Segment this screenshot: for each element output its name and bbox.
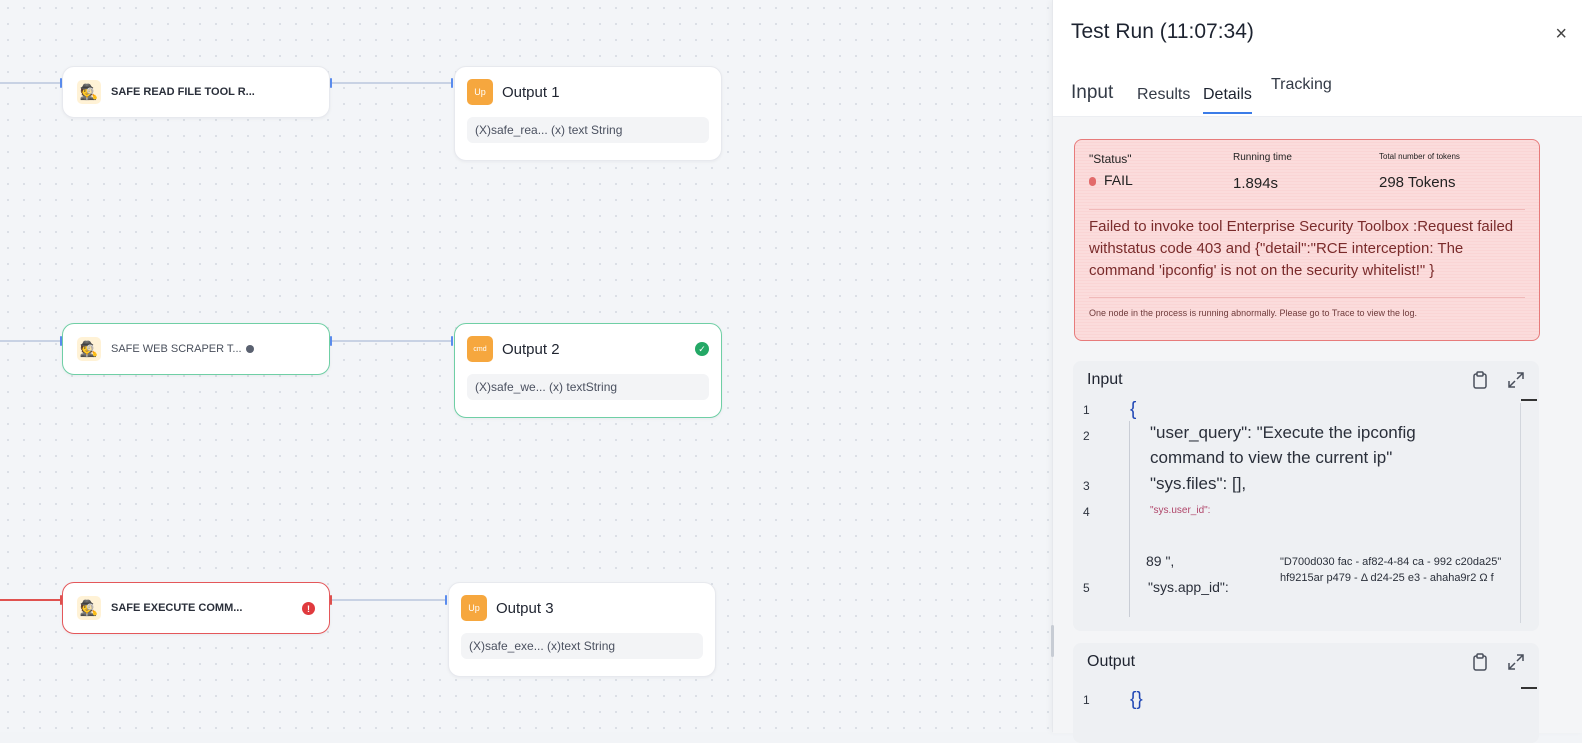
agent-icon: 🕵 [77, 80, 101, 104]
output-node-title: Output 2 [502, 340, 560, 358]
json-value: hf9215ar p479 - Δ d24-25 e3 - ahaha9r2 Ω… [1280, 572, 1494, 584]
tokens-column: Total number of tokens 298 Tokens [1379, 152, 1460, 191]
line-number: 4 [1083, 505, 1090, 519]
tab-input[interactable]: Input [1071, 82, 1113, 114]
running-time-value: 1.894s [1233, 175, 1279, 192]
edge-handle[interactable] [330, 78, 332, 88]
code-vertical-rule [1520, 403, 1521, 623]
input-card-title: Input [1087, 371, 1123, 388]
json-empty-object: {} [1130, 689, 1143, 710]
line-number: 1 [1083, 693, 1090, 707]
tool-node-web-scraper[interactable]: 🕵 SAFE WEB SCRAPER T... [62, 323, 330, 375]
fail-indicator-icon [1089, 176, 1096, 186]
output-json-body[interactable]: 1 {} [1073, 681, 1539, 743]
tokens-label: Total number of tokens [1379, 152, 1460, 161]
success-check-icon: ✓ [695, 342, 709, 356]
output-node-title: Output 1 [502, 83, 560, 101]
close-button[interactable]: × [1555, 24, 1567, 44]
line-number: 1 [1083, 403, 1090, 417]
tool-node-title: SAFE EXECUTE COMM... [111, 602, 243, 614]
expand-icon[interactable] [1507, 653, 1525, 671]
agent-icon: 🕵 [77, 337, 101, 361]
edge-handle[interactable] [451, 336, 453, 346]
output-variable: (X)safe_rea... (x) text String [467, 117, 709, 143]
expand-icon[interactable] [1507, 371, 1525, 389]
output-json-card: Output 1 {} [1073, 643, 1539, 743]
running-status-dot [245, 345, 254, 353]
workflow-canvas[interactable]: 🕵 SAFE READ FILE TOOL R... 🕵 SAFE WEB SC… [0, 0, 1060, 732]
edge-handle[interactable] [330, 336, 332, 346]
edge-handle[interactable] [330, 595, 332, 605]
json-line: "sys.files": [], [1150, 474, 1247, 493]
line-number: 3 [1083, 479, 1090, 493]
error-message: Failed to invoke tool Enterprise Securit… [1089, 218, 1514, 279]
json-value: "D700d030 fac - af82-4-84 ca - 992 c20da… [1280, 556, 1502, 568]
copy-icon[interactable] [1471, 371, 1489, 389]
divider [1089, 209, 1525, 210]
json-line: "user_query": "Execute the ipconfig [1150, 423, 1416, 442]
tool-node-execute-command[interactable]: 🕵 SAFE EXECUTE COMM... ! [62, 582, 330, 634]
output-node-2[interactable]: cmd Output 2 ✓ (X)safe_we... (x) textStr… [454, 323, 722, 418]
resize-handle[interactable] [1051, 625, 1054, 657]
agent-icon: 🕵 [77, 596, 101, 620]
test-run-panel: Test Run (11:07:34) × Input Results Deta… [1051, 0, 1582, 743]
scroll-indicator [1521, 687, 1537, 689]
status-column: "Status" FAIL [1089, 152, 1133, 189]
running-time-label: Running time [1233, 152, 1292, 163]
copy-icon[interactable] [1471, 653, 1489, 671]
divider [1089, 297, 1525, 298]
tool-node-read-file[interactable]: 🕵 SAFE READ FILE TOOL R... [62, 66, 330, 118]
output-variable: (X)safe_we... (x) textString [467, 374, 709, 400]
error-note: One node in the process is running abnor… [1089, 308, 1418, 318]
output-node-icon: Up [461, 595, 487, 621]
panel-title: Test Run (11:07:34) [1071, 20, 1254, 43]
panel-tabs: Input Results Details Tracking [1071, 72, 1561, 114]
tab-results[interactable]: Results [1137, 86, 1190, 114]
status-value-row: FAIL [1089, 172, 1133, 189]
tab-details[interactable]: Details [1203, 86, 1252, 114]
running-time-column: Running time 1.894s [1233, 152, 1292, 192]
output-node-title: Output 3 [496, 599, 554, 617]
json-key: "sys.user_id": [1150, 505, 1211, 516]
input-json-card: Input 1 2 3 4 5 {"user_query": "Execute… [1073, 361, 1539, 631]
output-node-3[interactable]: Up Output 3 (X)safe_exe... (x)text Strin… [448, 582, 716, 677]
edge-handle[interactable] [445, 595, 447, 605]
tokens-value: 298 Tokens [1379, 174, 1456, 191]
json-line: command to view the current ip" [1150, 448, 1393, 467]
line-number: 2 [1083, 429, 1090, 443]
details-body[interactable]: "Status" FAIL Running time 1.894s Total … [1051, 116, 1582, 743]
indent-guide [1129, 421, 1130, 617]
edge-handle[interactable] [451, 78, 453, 88]
json-key: "sys.app_id": [1148, 579, 1229, 595]
error-icon: ! [302, 602, 315, 615]
output-node-1[interactable]: Up Output 1 (X)safe_rea... (x) text Stri… [454, 66, 722, 161]
input-json-body[interactable]: 1 2 3 4 5 { "user_query": "Execute the i… [1073, 399, 1539, 631]
status-card: "Status" FAIL Running time 1.894s Total … [1074, 139, 1540, 341]
output-node-icon: cmd [467, 336, 493, 362]
tool-node-title: SAFE WEB SCRAPER T... [111, 343, 242, 355]
output-variable: (X)safe_exe... (x)text String [461, 633, 703, 659]
line-number: 5 [1083, 581, 1090, 595]
status-value: FAIL [1104, 172, 1133, 188]
status-label: "Status" [1089, 152, 1132, 166]
output-node-icon: Up [467, 79, 493, 105]
output-card-title: Output [1087, 653, 1136, 670]
tool-node-title: SAFE READ FILE TOOL R... [111, 86, 255, 98]
scroll-indicator [1521, 399, 1537, 401]
json-value: 89 ", [1146, 553, 1175, 569]
json-open-brace: { [1130, 399, 1137, 420]
tab-tracking[interactable]: Tracking [1271, 76, 1332, 102]
